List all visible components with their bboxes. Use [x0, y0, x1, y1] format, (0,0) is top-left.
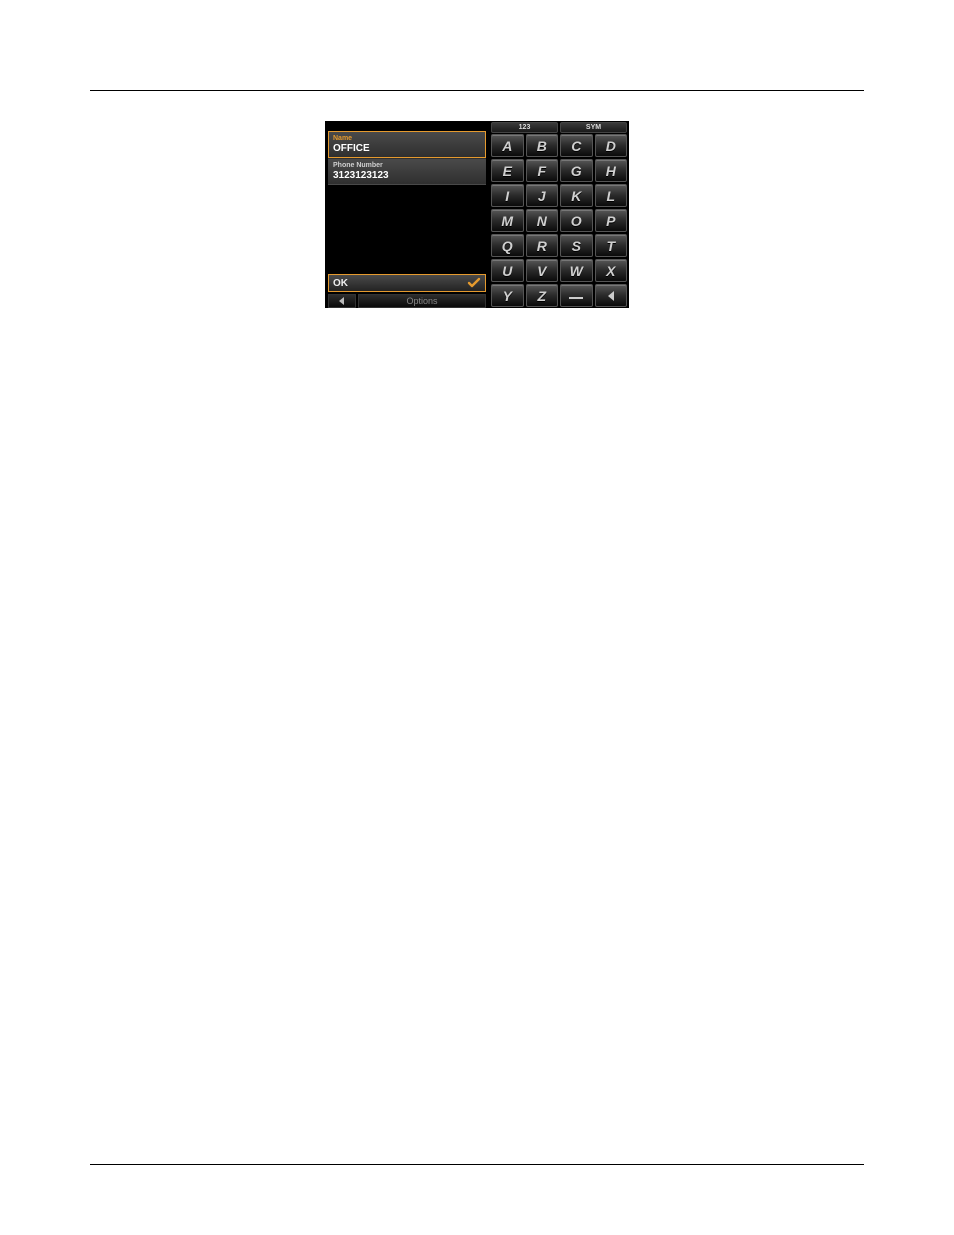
- key-label: E: [503, 163, 512, 179]
- key-label: S: [572, 238, 581, 254]
- key-label: N: [537, 213, 547, 229]
- key-m[interactable]: M: [491, 209, 524, 232]
- key-f[interactable]: F: [526, 159, 559, 182]
- key-space[interactable]: [560, 284, 593, 307]
- key-s[interactable]: S: [560, 234, 593, 257]
- key-k[interactable]: K: [560, 184, 593, 207]
- footer-rule: [90, 1164, 864, 1165]
- key-label: L: [606, 188, 615, 204]
- key-j[interactable]: J: [526, 184, 559, 207]
- key-u[interactable]: U: [491, 259, 524, 282]
- key-label: I: [505, 188, 509, 204]
- key-v[interactable]: V: [526, 259, 559, 282]
- key-label: C: [571, 138, 581, 154]
- key-label: O: [571, 213, 582, 229]
- key-label: K: [571, 188, 581, 204]
- ok-button-label: OK: [333, 278, 467, 289]
- key-label: A: [502, 138, 512, 154]
- key-g[interactable]: G: [560, 159, 593, 182]
- mode-sym-button[interactable]: SYM: [560, 122, 627, 133]
- header-rule: [90, 90, 864, 91]
- key-label: Z: [537, 288, 546, 304]
- key-label: R: [537, 238, 547, 254]
- key-a[interactable]: A: [491, 134, 524, 157]
- key-label: F: [537, 163, 546, 179]
- name-field-value: OFFICE: [333, 143, 481, 155]
- key-label: J: [538, 188, 546, 204]
- key-l[interactable]: L: [595, 184, 628, 207]
- name-field-label: Name: [333, 134, 481, 143]
- key-x[interactable]: X: [595, 259, 628, 282]
- key-c[interactable]: C: [560, 134, 593, 157]
- ok-button[interactable]: OK: [328, 274, 486, 292]
- key-label: H: [606, 163, 616, 179]
- key-e[interactable]: E: [491, 159, 524, 182]
- key-label: U: [502, 263, 512, 279]
- back-arrow-icon: [337, 292, 347, 310]
- key-label: Q: [502, 238, 513, 254]
- checkmark-icon: [467, 277, 481, 289]
- key-label: T: [606, 238, 615, 254]
- key-b[interactable]: B: [526, 134, 559, 157]
- key-label: B: [537, 138, 547, 154]
- key-z[interactable]: Z: [526, 284, 559, 307]
- key-label: Y: [503, 288, 512, 304]
- key-i[interactable]: I: [491, 184, 524, 207]
- key-label: W: [570, 263, 583, 279]
- key-p[interactable]: P: [595, 209, 628, 232]
- key-label: D: [606, 138, 616, 154]
- key-label: G: [571, 163, 582, 179]
- phone-field-value: 3123123123: [333, 170, 481, 182]
- key-h[interactable]: H: [595, 159, 628, 182]
- key-y[interactable]: Y: [491, 284, 524, 307]
- key-backspace[interactable]: [595, 284, 628, 307]
- form-panel: Name OFFICE Phone Number 3123123123 OK: [325, 121, 489, 308]
- underscore-icon: [569, 297, 583, 299]
- key-label: M: [501, 213, 513, 229]
- phone-field-label: Phone Number: [333, 161, 481, 170]
- key-d[interactable]: D: [595, 134, 628, 157]
- phone-field[interactable]: Phone Number 3123123123: [328, 158, 486, 185]
- key-o[interactable]: O: [560, 209, 593, 232]
- onscreen-keyboard: 123 SYM A B C D E F G H I J K L M N O P Q R S T U V W X Y Z: [489, 121, 629, 308]
- key-w[interactable]: W: [560, 259, 593, 282]
- backspace-icon: [604, 288, 618, 304]
- key-t[interactable]: T: [595, 234, 628, 257]
- mode-123-button[interactable]: 123: [491, 122, 558, 133]
- key-n[interactable]: N: [526, 209, 559, 232]
- options-button-label: Options: [406, 296, 437, 306]
- key-label: X: [606, 263, 615, 279]
- options-button[interactable]: Options: [358, 294, 486, 308]
- device-screenshot: Name OFFICE Phone Number 3123123123 OK: [325, 121, 629, 308]
- back-button[interactable]: [328, 294, 356, 308]
- name-field[interactable]: Name OFFICE: [328, 131, 486, 158]
- key-label: V: [537, 263, 546, 279]
- key-q[interactable]: Q: [491, 234, 524, 257]
- key-label: P: [606, 213, 615, 229]
- key-r[interactable]: R: [526, 234, 559, 257]
